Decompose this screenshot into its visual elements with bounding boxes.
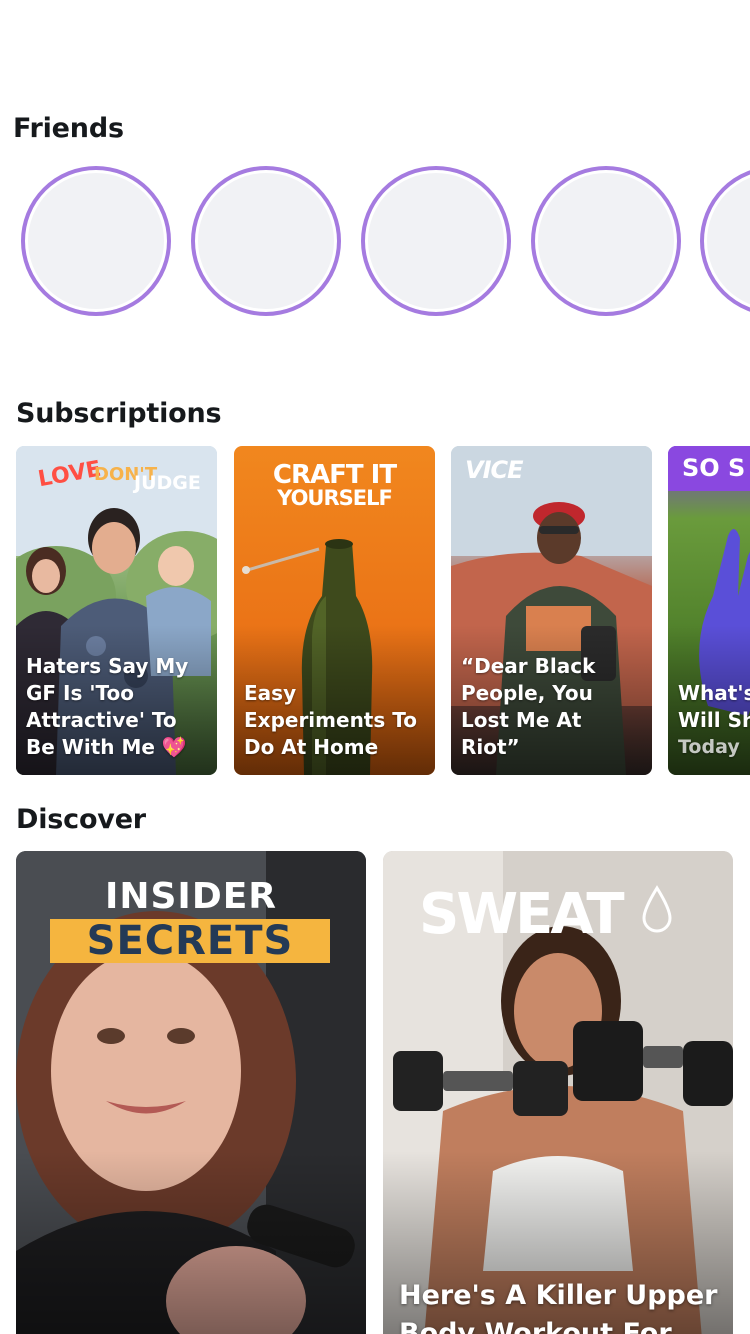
friend-avatar[interactable] [21, 166, 171, 316]
discover-section-title: Discover [16, 804, 146, 835]
friend-avatar[interactable] [191, 166, 341, 316]
card-caption: “Dear Black People, You Lost Me At Riot” [461, 654, 596, 759]
card-logo-line: CRAFT IT [272, 460, 397, 490]
card-logo-line: SECRETS [50, 919, 330, 963]
card-caption: Here's A Killer Upper Body Workout For [399, 1280, 718, 1334]
friend-avatar[interactable] [361, 166, 511, 316]
card-logo: CRAFT IT YOURSELF [256, 462, 413, 509]
discover-card-insider-secrets[interactable]: INSIDER SECRETS [16, 851, 366, 1334]
subscription-card-vice[interactable]: VICE “Dear Black People, You Lost Me At … [451, 446, 652, 775]
card-caption: Easy Experiments To Do At Home [244, 681, 417, 759]
friends-section-title: Friends [13, 113, 124, 144]
card-logo-text: SWEAT [419, 882, 625, 947]
card-logo: SWEAT [419, 885, 674, 943]
discover-card-sweat[interactable]: SWEAT Here's A Killer Upper Body Workout… [383, 851, 733, 1334]
card-caption-line: What's [678, 681, 750, 705]
card-logo: VICE [465, 456, 524, 484]
card-logo: INSIDER SECRETS [50, 879, 332, 963]
card-logo: JUDGE [134, 472, 201, 494]
subscription-card-partial[interactable]: SO S What's Will Sh Today [668, 446, 750, 775]
subscriptions-section-title: Subscriptions [16, 398, 222, 429]
card-logo: SO S [682, 454, 746, 482]
friends-row[interactable] [21, 166, 750, 316]
subscription-card-love-dont-judge[interactable]: LOVE DON'T JUDGE Haters Say My GF Is 'To… [16, 446, 217, 775]
card-logo-line: YOURSELF [277, 486, 393, 510]
subscription-card-craft-it-yourself[interactable]: CRAFT IT YOURSELF Easy Experiments To Do… [234, 446, 435, 775]
friend-avatar[interactable] [700, 166, 750, 316]
subscriptions-row: LOVE DON'T JUDGE Haters Say My GF Is 'To… [16, 446, 750, 776]
friend-avatar[interactable] [531, 166, 681, 316]
card-caption-line: Will Sh [678, 708, 750, 732]
droplet-icon [642, 885, 672, 933]
card-logo-line: INSIDER [104, 876, 278, 917]
discover-screen: Friends Subscriptions LOVE DON'T JUDGE H… [0, 0, 750, 1334]
card-caption: What's Will Sh Today [678, 680, 750, 761]
card-caption: Haters Say My GF Is 'Too Attractive' To … [26, 654, 189, 759]
card-timestamp: Today [678, 736, 740, 758]
